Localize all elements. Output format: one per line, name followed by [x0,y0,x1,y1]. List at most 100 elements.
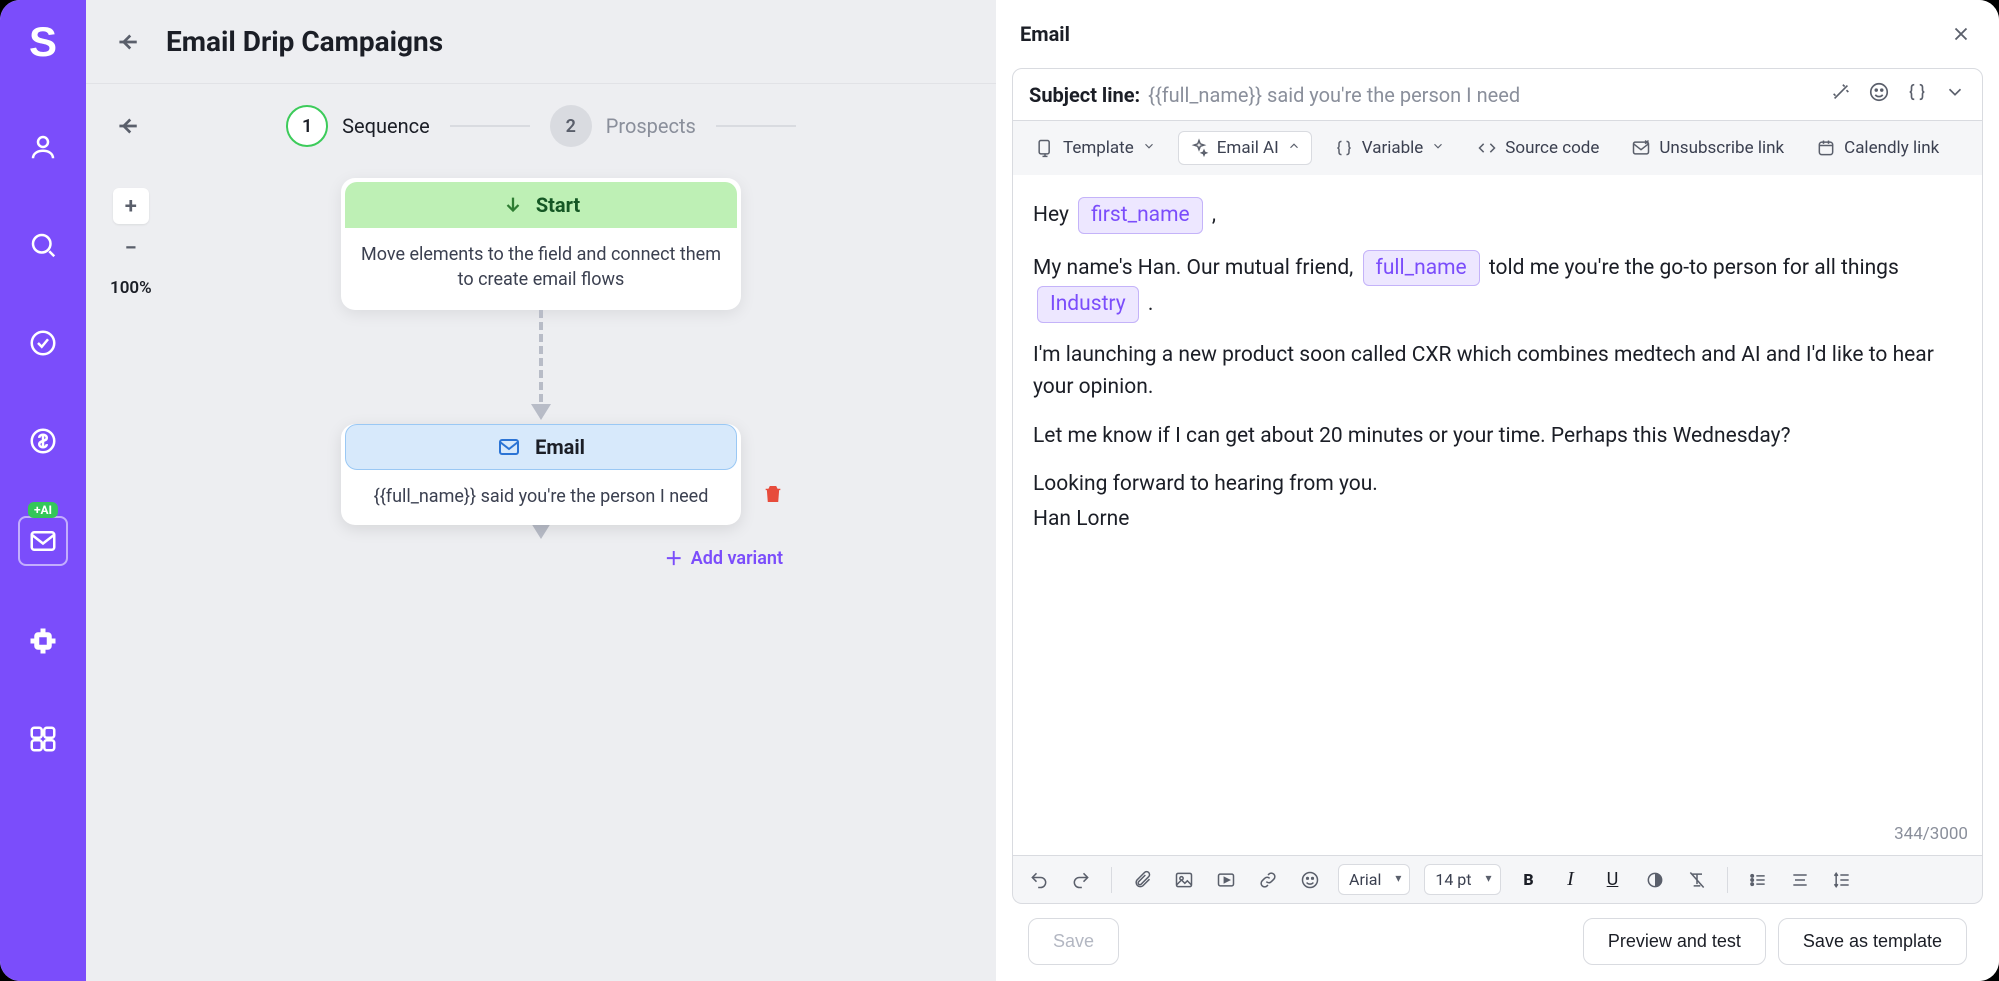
underline-button[interactable]: U [1599,866,1627,894]
preview-button[interactable]: Preview and test [1583,918,1766,965]
chevron-down-icon [1142,138,1156,158]
plus-icon: ＋ [665,545,683,571]
template-label: Template [1063,138,1134,158]
email-node-label: Email [535,435,585,459]
email-ai-label: Email AI [1217,138,1279,158]
body-line-4: Let me know if I can get about 20 minute… [1033,420,1962,453]
subject-label: Subject line: [1029,83,1140,107]
source-code-button[interactable]: Source code [1467,132,1609,164]
step-divider [450,125,530,127]
check-circle-icon[interactable] [20,320,66,366]
unsubscribe-link-button[interactable]: Unsubscribe link [1621,132,1794,164]
redo-button[interactable] [1067,866,1095,894]
variable-token-first-name[interactable]: first_name [1078,197,1203,234]
video-button[interactable] [1212,866,1240,894]
emoji-icon[interactable] [1868,81,1890,108]
email-node-head: Email [345,424,737,470]
editor-body: Subject line: {{full_name}} said you're … [996,68,1999,981]
back-button[interactable] [108,23,146,61]
search-icon[interactable] [20,222,66,268]
start-node[interactable]: Start Move elements to the field and con… [341,178,741,310]
start-node-head: Start [345,182,737,228]
template-button[interactable]: Template [1025,132,1166,164]
bold-button[interactable]: B [1515,866,1543,894]
email-content-editor[interactable]: Hey first_name , My name's Han. Our mutu… [1012,175,1983,856]
flow-column: Start Move elements to the field and con… [281,178,801,571]
italic-button[interactable]: I [1557,866,1585,894]
profile-icon[interactable] [20,124,66,170]
email-editor-panel: Email Subject line: {{full_name}} said y… [996,0,1999,981]
font-family-select[interactable]: Arial [1338,864,1410,895]
text-color-button[interactable] [1641,866,1669,894]
format-toolbar: Arial 14 pt B I U [1012,856,1983,904]
connector-arrow-small [531,523,551,539]
subject-row[interactable]: Subject line: {{full_name}} said you're … [1012,68,1983,121]
email-node-subject: {{full_name}} said you're the person I n… [341,474,741,525]
source-code-label: Source code [1505,138,1599,158]
add-variant-label: Add variant [691,548,783,569]
ai-badge: +AI [28,502,58,518]
body-line-5: Looking forward to hearing from you. [1033,468,1962,501]
undo-button[interactable] [1025,866,1053,894]
align-button[interactable] [1786,866,1814,894]
close-panel-button[interactable] [1947,20,1975,48]
email-node[interactable]: Email {{full_name}} said you're the pers… [341,424,741,525]
add-variant-button[interactable]: ＋ Add variant [665,545,783,571]
body-line-2c: . [1148,292,1154,316]
clear-format-button[interactable] [1683,866,1711,894]
logo-icon[interactable]: S [29,18,57,66]
start-node-hint: Move elements to the field and connect t… [341,232,741,310]
zoom-in-button[interactable]: + [113,188,149,224]
save-button[interactable]: Save [1028,918,1119,965]
apps-grid-icon[interactable] [20,716,66,762]
braces-icon[interactable] [1906,81,1928,108]
chevron-up-icon [1287,138,1301,158]
variable-label: Variable [1362,138,1424,158]
attachment-button[interactable] [1128,866,1156,894]
delete-node-button[interactable] [759,480,787,508]
emoji-button[interactable] [1296,866,1324,894]
step-prospects[interactable]: 2 Prospects [550,105,696,147]
image-button[interactable] [1170,866,1198,894]
chevron-down-icon[interactable] [1944,81,1966,108]
zoom-controls: + − 100% [110,188,152,298]
editor-header: Email [996,0,1999,68]
nav-rail-items: +AI [18,124,68,762]
step-back-button[interactable] [108,107,146,145]
font-size-select[interactable]: 14 pt [1424,864,1500,895]
variable-token-full-name[interactable]: full_name [1363,250,1480,287]
chevron-down-icon [1431,138,1445,158]
email-campaigns-icon[interactable]: +AI [18,516,68,566]
body-line-1a: Hey [1033,203,1074,227]
zoom-level: 100% [110,278,152,298]
step-divider-2 [716,125,796,127]
step-bar: 1 Sequence 2 Prospects [86,84,996,168]
calendly-link-button[interactable]: Calendly link [1806,132,1949,164]
step-2-label: Prospects [606,114,696,138]
step-2-number: 2 [550,105,592,147]
body-line-2a: My name's Han. Our mutual friend, [1033,256,1359,280]
separator [1727,867,1728,893]
save-template-button[interactable]: Save as template [1778,918,1967,965]
step-1-label: Sequence [342,114,430,138]
list-bullet-button[interactable] [1744,866,1772,894]
flow-canvas[interactable]: + − 100% Start Move elements to the fiel… [86,168,996,981]
extensions-icon[interactable] [20,618,66,664]
line-height-button[interactable] [1828,866,1856,894]
subject-value: {{full_name}} said you're the person I n… [1148,83,1520,107]
magic-wand-icon[interactable] [1830,81,1852,108]
variable-token-industry[interactable]: Industry [1037,286,1139,323]
email-ai-button[interactable]: Email AI [1178,131,1312,165]
body-line-2b: told me you're the go-to person for all … [1489,256,1899,280]
email-node-wrap: Email {{full_name}} said you're the pers… [341,420,741,525]
link-button[interactable] [1254,866,1282,894]
nav-rail: S +AI [0,0,86,981]
variable-button[interactable]: Variable [1324,132,1456,164]
app-root: S +AI [0,0,1999,981]
char-count: 344/3000 [1894,821,1968,847]
step-sequence[interactable]: 1 Sequence [286,105,430,147]
zoom-out-button[interactable]: − [113,230,149,266]
billing-icon[interactable] [20,418,66,464]
footer-right: Preview and test Save as template [1583,918,1967,965]
unsubscribe-label: Unsubscribe link [1659,138,1784,158]
